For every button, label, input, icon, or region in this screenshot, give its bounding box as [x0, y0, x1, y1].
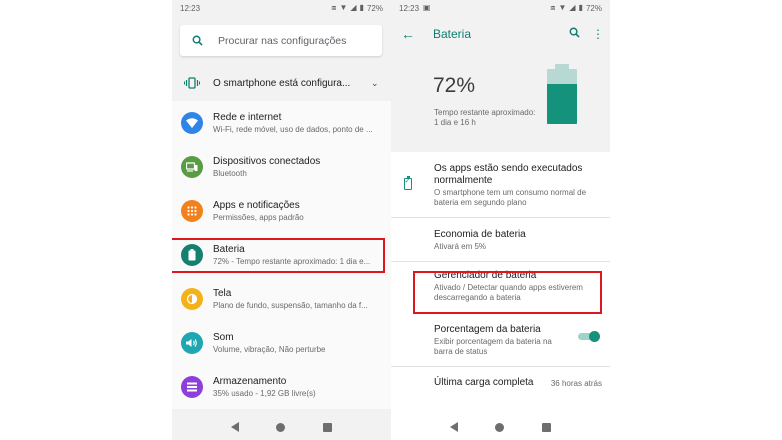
settings-item-storage[interactable]: Armazenamento 35% usado - 1,92 GB livre(… — [172, 365, 391, 409]
nav-recents-icon[interactable] — [542, 422, 552, 432]
settings-item-title: Dispositivos conectados — [213, 156, 321, 167]
settings-item-title: Rede e internet — [213, 112, 282, 123]
wifi-status-icon: ▼ — [339, 3, 348, 12]
search-icon — [192, 35, 203, 46]
settings-item-display[interactable]: Tela Plano de fundo, suspensão, tamanho … — [172, 277, 391, 321]
settings-item-subtitle: 35% usado - 1,92 GB livre(s) — [213, 389, 316, 398]
settings-item-battery[interactable]: Bateria 72% - Tempo restante aproximado:… — [172, 233, 391, 277]
chevron-down-icon[interactable]: ⌄ — [371, 78, 379, 89]
item-title: Os apps estão sendo executados normalmen… — [434, 163, 583, 186]
remaining-value: 1 dia e 16 h — [434, 118, 476, 127]
nav-back-icon[interactable] — [230, 422, 239, 432]
signal-icon: ◢ — [569, 3, 576, 12]
battery-percentage-toggle[interactable] — [578, 331, 600, 342]
search-placeholder: Procurar nas configurações — [218, 34, 347, 47]
last-full-charge-item[interactable]: Última carga completa 36 horas atrás — [391, 367, 610, 389]
battery-status-icon: ▮ — [359, 3, 364, 12]
battery-percent: 72% — [433, 74, 476, 97]
signal-icon: ◢ — [350, 3, 357, 12]
search-input[interactable]: Procurar nas configurações — [180, 25, 382, 56]
settings-item-subtitle: Permissões, apps padrão — [213, 213, 304, 222]
nav-home-icon[interactable] — [276, 422, 286, 432]
settings-item-title: Armazenamento — [213, 376, 287, 387]
item-title: Última carga completa — [434, 377, 534, 388]
battery-screen: 12:23 ▣ ⧈ ▼ ◢ ▮ 72% ← Bateria ⋮ 72% Temp… — [391, 0, 610, 440]
item-title: Porcentagem da bateria — [434, 324, 541, 335]
wifi-status-icon: ▼ — [558, 3, 567, 12]
suggestion-text: O smartphone está configura... — [213, 77, 351, 89]
battery-ok-icon — [404, 176, 412, 190]
battery-level-fill — [547, 84, 577, 124]
settings-item-connected-devices[interactable]: Dispositivos conectados Bluetooth — [172, 145, 391, 189]
settings-item-title: Apps e notificações — [213, 200, 300, 211]
vibrate-suggestion-icon — [184, 77, 200, 89]
app-bar: ← Bateria ⋮ — [391, 16, 610, 52]
vibrate-icon: ⧈ — [331, 3, 337, 12]
navigation-bar — [391, 414, 610, 440]
status-time: 12:23 — [399, 3, 420, 13]
battery-status-item[interactable]: Os apps estão sendo executados normalmen… — [391, 156, 610, 217]
settings-list: Rede e internet Wi-Fi, rede móvel, uso d… — [172, 101, 391, 409]
settings-item-subtitle: Bluetooth — [213, 169, 247, 178]
apps-icon — [181, 200, 203, 222]
status-bar: 12:23 ▣ ⧈ ▼ ◢ ▮ 72% — [391, 0, 610, 16]
item-subtitle: Exibir porcentagem da bateria na barra d… — [434, 337, 552, 356]
item-subtitle: O smartphone tem um consumo normal de ba… — [434, 188, 587, 207]
status-battery: 72% — [366, 3, 383, 13]
image-notification-icon: ▣ — [423, 3, 431, 12]
status-time: 12:23 — [180, 3, 201, 13]
settings-item-subtitle: Plano de fundo, suspensão, tamanho da f.… — [213, 301, 368, 310]
status-bar: 12:23 ⧈ ▼ ◢ ▮ 72% — [172, 0, 391, 16]
battery-status-icon: ▮ — [578, 3, 583, 12]
battery-graphic — [547, 69, 577, 124]
status-battery: 72% — [585, 3, 602, 13]
remaining-label: Tempo restante aproximado: — [434, 108, 536, 117]
settings-item-subtitle: Volume, vibração, Não perturbe — [213, 345, 326, 354]
settings-item-title: Tela — [213, 288, 232, 299]
devices-icon — [181, 156, 203, 178]
search-icon[interactable] — [562, 27, 586, 41]
item-value: 36 horas atrás — [550, 378, 602, 388]
nav-home-icon[interactable] — [495, 422, 505, 432]
item-subtitle: Ativará em 5% — [434, 242, 487, 251]
nav-recents-icon[interactable] — [323, 422, 333, 432]
highlight-box — [413, 271, 602, 314]
vibrate-icon: ⧈ — [550, 3, 556, 12]
sound-icon — [181, 332, 203, 354]
settings-item-sound[interactable]: Som Volume, vibração, Não perturbe — [172, 321, 391, 365]
page-title: Bateria — [433, 27, 472, 41]
settings-item-title: Som — [213, 332, 234, 343]
suggestion-card[interactable]: O smartphone está configura... ⌄ — [172, 70, 391, 96]
highlight-box — [172, 238, 385, 273]
battery-percentage-item[interactable]: Porcentagem da bateria Exibir porcentage… — [391, 314, 610, 366]
back-arrow-icon[interactable]: ← — [401, 26, 415, 42]
item-title: Economia de bateria — [434, 229, 526, 240]
wifi-icon — [181, 112, 203, 134]
settings-screen: 12:23 ⧈ ▼ ◢ ▮ 72% Procurar nas configura… — [172, 0, 391, 440]
battery-header: 72% Tempo restante aproximado: 1 dia e 1… — [391, 52, 610, 152]
settings-item-apps[interactable]: Apps e notificações Permissões, apps pad… — [172, 189, 391, 233]
settings-item-network[interactable]: Rede e internet Wi-Fi, rede móvel, uso d… — [172, 101, 391, 145]
storage-icon — [181, 376, 203, 398]
settings-item-subtitle: Wi-Fi, rede móvel, uso de dados, ponto d… — [213, 125, 373, 134]
toggle-thumb — [589, 331, 600, 342]
nav-back-icon[interactable] — [449, 422, 458, 432]
battery-saver-item[interactable]: Economia de bateria Ativará em 5% — [391, 218, 610, 261]
more-options-icon[interactable]: ⋮ — [586, 27, 610, 41]
navigation-bar — [172, 414, 391, 440]
display-icon — [181, 288, 203, 310]
